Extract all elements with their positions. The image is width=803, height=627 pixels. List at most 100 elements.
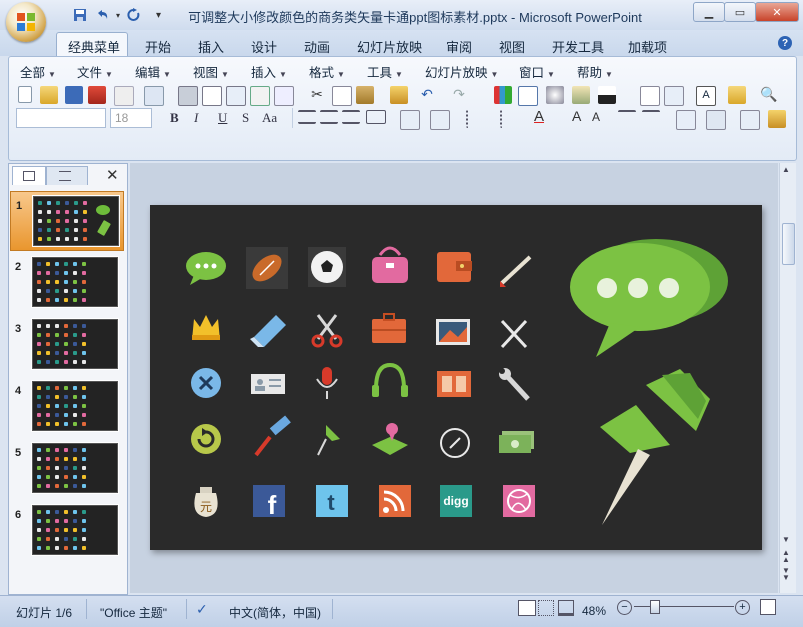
layout-icon[interactable]	[226, 86, 246, 106]
grow-font-icon[interactable]: A	[572, 108, 590, 126]
undo-toolbar-icon[interactable]: ↶	[418, 86, 436, 104]
shape-effects-icon[interactable]	[740, 110, 760, 130]
font-name-combobox[interactable]	[16, 108, 106, 128]
bullets-icon[interactable]	[500, 110, 520, 128]
fit-to-window-icon[interactable]	[760, 599, 776, 615]
slides-tab[interactable]	[12, 166, 46, 185]
zoom-slider[interactable]	[634, 606, 734, 607]
numbering-icon[interactable]	[466, 110, 486, 128]
zoom-in-icon[interactable]: +	[735, 600, 750, 615]
zoom-out-icon[interactable]: −	[617, 600, 632, 615]
scroll-up-icon[interactable]: ▲	[782, 165, 790, 174]
slide-thumbnail-1[interactable]: 1	[10, 191, 124, 251]
slide-thumbnail-5[interactable]: 5	[10, 439, 122, 497]
redo-icon[interactable]	[126, 7, 142, 23]
menu-edit[interactable]: 编辑 ▼	[135, 62, 171, 81]
shrink-font-icon[interactable]: A	[592, 110, 610, 128]
fill-color-icon[interactable]	[598, 86, 616, 104]
tab-classic-menu[interactable]: 经典菜单	[68, 37, 120, 56]
maximize-button[interactable]: ▭	[724, 2, 756, 22]
quick-styles-icon[interactable]	[706, 110, 726, 130]
tab-slideshow[interactable]: 幻灯片放映	[357, 37, 422, 56]
open-folder-icon[interactable]	[40, 86, 58, 104]
menu-window[interactable]: 窗口 ▼	[519, 62, 555, 81]
menu-file[interactable]: 文件 ▼	[77, 62, 113, 81]
current-slide[interactable]: 元 f t digg	[150, 205, 762, 550]
close-button[interactable]: ✕	[755, 2, 799, 22]
pane-close-icon[interactable]: ✕	[106, 166, 119, 184]
format-painter-icon[interactable]	[390, 86, 408, 104]
shape-fill-icon[interactable]	[768, 110, 786, 128]
new-slide-icon[interactable]	[640, 86, 660, 106]
outline-tab[interactable]	[46, 166, 88, 185]
clipart-icon[interactable]	[546, 86, 564, 104]
menu-slideshow[interactable]: 幻灯片放映 ▼	[425, 62, 498, 81]
bold-button[interactable]: B	[170, 110, 179, 126]
permission-icon[interactable]	[114, 86, 134, 106]
theme-name[interactable]: "Office 主题"	[100, 604, 167, 621]
slide-sorter-icon[interactable]	[538, 600, 554, 616]
slide-thumbnail-6[interactable]: 6	[10, 501, 122, 559]
slideshow-view-icon[interactable]	[558, 600, 574, 616]
previous-slide-icon[interactable]: ▲ ▲	[782, 549, 790, 564]
chart-icon[interactable]	[494, 86, 512, 104]
slide-thumbnail-4[interactable]: 4	[10, 377, 122, 435]
align-center-icon[interactable]	[320, 110, 338, 124]
table-icon[interactable]	[518, 86, 538, 106]
tab-developer[interactable]: 开发工具	[552, 37, 604, 56]
language-indicator[interactable]: 中文(简体，中国)	[229, 604, 321, 621]
slide-thumbnail-3[interactable]: 3	[10, 315, 122, 373]
next-slide-icon[interactable]: ▼ ▼	[782, 567, 790, 582]
columns-icon[interactable]	[400, 110, 420, 130]
print-preview-icon[interactable]	[202, 86, 222, 106]
picture-icon[interactable]	[572, 86, 590, 104]
save-icon[interactable]	[72, 7, 88, 23]
align-left-icon[interactable]	[298, 110, 316, 124]
help-icon[interactable]: ?	[778, 36, 792, 50]
save-toolbar-icon[interactable]	[65, 86, 83, 104]
align-right-icon[interactable]	[342, 110, 360, 124]
menu-help[interactable]: 帮助 ▼	[577, 62, 613, 81]
vertical-scrollbar[interactable]: ▲ ▼ ▲ ▲ ▼ ▼	[779, 163, 796, 593]
spelling-check-icon[interactable]: ✓	[196, 601, 212, 617]
spelling-icon[interactable]	[250, 86, 270, 106]
font-size-combobox[interactable]: 18	[110, 108, 152, 128]
text-direction-icon[interactable]	[430, 110, 450, 130]
change-case-button[interactable]: Aa	[262, 110, 277, 126]
new-document-icon[interactable]	[18, 86, 32, 103]
cut-icon[interactable]: ✂	[308, 86, 326, 104]
copy-icon[interactable]	[332, 86, 352, 106]
office-button[interactable]	[6, 2, 46, 42]
pdf-icon[interactable]	[88, 86, 106, 104]
undo-icon[interactable]	[94, 7, 110, 23]
minimize-button[interactable]: ▁	[693, 2, 725, 22]
underline-button[interactable]: U	[218, 110, 227, 126]
shadow-button[interactable]: S	[242, 110, 249, 126]
menu-format[interactable]: 格式 ▼	[309, 62, 345, 81]
decrease-indent-icon[interactable]	[618, 110, 636, 122]
redo-toolbar-icon[interactable]: ↷	[450, 86, 468, 104]
arrange-icon[interactable]	[676, 110, 696, 130]
increase-indent-icon[interactable]	[642, 110, 660, 122]
tab-addins[interactable]: 加载项	[628, 37, 667, 56]
print-icon[interactable]	[178, 86, 198, 106]
text-box-icon[interactable]: A	[696, 86, 716, 106]
tab-review[interactable]: 审阅	[446, 37, 472, 56]
menu-tools[interactable]: 工具 ▼	[367, 62, 403, 81]
research-icon[interactable]	[274, 86, 294, 106]
italic-button[interactable]: I	[194, 110, 198, 126]
tab-insert[interactable]: 插入	[198, 37, 224, 56]
paste-icon[interactable]	[356, 86, 374, 104]
zoom-level[interactable]: 48%	[582, 604, 606, 618]
zoom-icon[interactable]: 🔍	[760, 86, 778, 104]
slide-thumbnail-2[interactable]: 2	[10, 253, 122, 311]
email-icon[interactable]	[144, 86, 164, 106]
normal-view-icon[interactable]	[518, 600, 536, 616]
tab-animation[interactable]: 动画	[304, 37, 330, 56]
slide-layout-icon[interactable]	[664, 86, 684, 106]
menu-all[interactable]: 全部 ▼	[20, 62, 56, 81]
undo-dropdown-icon[interactable]: ▾	[116, 11, 120, 20]
font-color-icon[interactable]: A	[534, 108, 552, 126]
customize-qat-icon[interactable]: ▾	[156, 10, 161, 21]
tab-view[interactable]: 视图	[499, 37, 525, 56]
